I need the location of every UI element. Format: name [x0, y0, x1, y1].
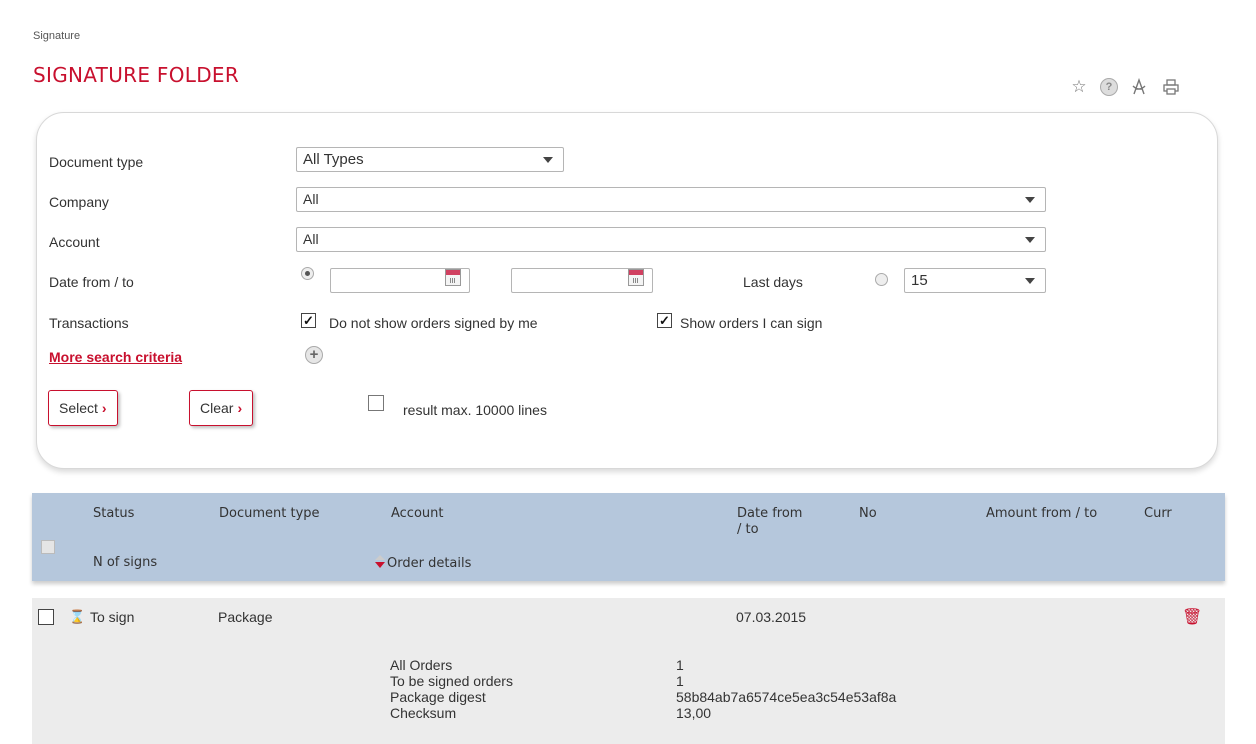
breadcrumb: Signature — [33, 30, 81, 42]
result-max-checkbox[interactable] — [368, 395, 384, 411]
date-range-radio[interactable] — [301, 267, 314, 280]
date-label: Date from / to — [49, 274, 134, 290]
company-label: Company — [49, 194, 109, 210]
last-days-label: Last days — [743, 274, 803, 290]
col-n-of-signs[interactable]: N of signs — [93, 555, 157, 570]
help-icon[interactable]: ? — [1100, 78, 1118, 96]
document-type-label: Document type — [49, 154, 144, 170]
clear-button-label: Clear — [200, 400, 234, 416]
grid-header: Status Document type Account Date from /… — [32, 493, 1225, 581]
col-status[interactable]: Status — [93, 506, 134, 521]
company-value: All — [303, 191, 319, 207]
detail-label: All Orders — [390, 657, 453, 673]
calendar-icon[interactable] — [445, 269, 461, 286]
more-search-criteria-link[interactable]: More search criteria — [49, 349, 182, 365]
chevron-right-icon: › — [101, 400, 107, 416]
trash-icon[interactable]: 🗑 — [1182, 607, 1202, 627]
transactions-label: Transactions — [49, 315, 129, 331]
page-toolbar: ☆ ? — [1068, 76, 1182, 98]
page-title: SIGNATURE FOLDER — [33, 63, 240, 87]
document-type-value: All Types — [303, 151, 364, 168]
clear-button[interactable]: Clear › — [189, 390, 254, 426]
chevron-down-icon — [1025, 237, 1035, 243]
row-checkbox[interactable] — [38, 609, 54, 625]
select-all-checkbox[interactable] — [41, 540, 55, 554]
can-sign-label: Show orders I can sign — [680, 315, 823, 331]
detail-value: 13,00 — [676, 705, 712, 721]
col-date[interactable]: Date from / to — [737, 506, 802, 538]
select-button[interactable]: Select › — [48, 390, 118, 426]
expand-plus-icon[interactable]: + — [305, 346, 323, 364]
detail-value: 58b84ab7a6574ce5ea3c54e53af8a — [676, 689, 897, 705]
chevron-down-icon — [1025, 197, 1035, 203]
document-type-select[interactable]: All Types — [296, 147, 564, 172]
star-icon[interactable]: ☆ — [1068, 76, 1090, 98]
detail-label: To be signed orders — [390, 673, 513, 689]
col-order-details[interactable]: Order details — [373, 555, 471, 571]
pdf-icon[interactable] — [1128, 76, 1150, 98]
detail-label: Package digest — [390, 689, 486, 705]
chevron-right-icon: › — [237, 400, 243, 416]
col-order-details-label: Order details — [387, 556, 472, 571]
col-document-type[interactable]: Document type — [219, 506, 320, 521]
not-signed-by-me-checkbox[interactable]: ✓ — [301, 313, 316, 328]
detail-value: 1 — [676, 673, 684, 689]
last-days-value: 15 — [911, 272, 928, 289]
result-max-label: result max. 10000 lines — [403, 402, 547, 418]
company-select[interactable]: All — [296, 187, 1046, 212]
last-days-select[interactable]: 15 — [904, 268, 1046, 293]
print-icon[interactable] — [1160, 76, 1182, 98]
chevron-down-icon — [543, 157, 553, 163]
col-amount[interactable]: Amount from / to — [986, 506, 1097, 521]
table-row[interactable]: ⌛ To sign Package 07.03.2015 🗑 All Order… — [32, 598, 1225, 744]
account-label: Account — [49, 234, 100, 250]
detail-label: Checksum — [390, 705, 457, 721]
can-sign-checkbox[interactable]: ✓ — [657, 313, 672, 328]
col-account[interactable]: Account — [391, 506, 444, 521]
detail-value: 1 — [676, 657, 684, 673]
last-days-radio[interactable] — [875, 273, 888, 286]
calendar-icon[interactable] — [628, 269, 644, 286]
hourglass-icon: ⌛ — [69, 609, 86, 624]
sort-icon[interactable] — [373, 555, 387, 569]
account-select[interactable]: All — [296, 227, 1046, 252]
not-signed-by-me-label: Do not show orders signed by me — [329, 315, 538, 331]
col-no[interactable]: No — [859, 506, 877, 521]
row-date: 07.03.2015 — [736, 609, 807, 625]
col-curr[interactable]: Curr — [1144, 506, 1172, 521]
chevron-down-icon — [1025, 278, 1035, 284]
row-document-type: Package — [218, 609, 273, 625]
account-value: All — [303, 231, 319, 247]
row-status: To sign — [90, 609, 135, 625]
select-button-label: Select — [59, 400, 98, 416]
